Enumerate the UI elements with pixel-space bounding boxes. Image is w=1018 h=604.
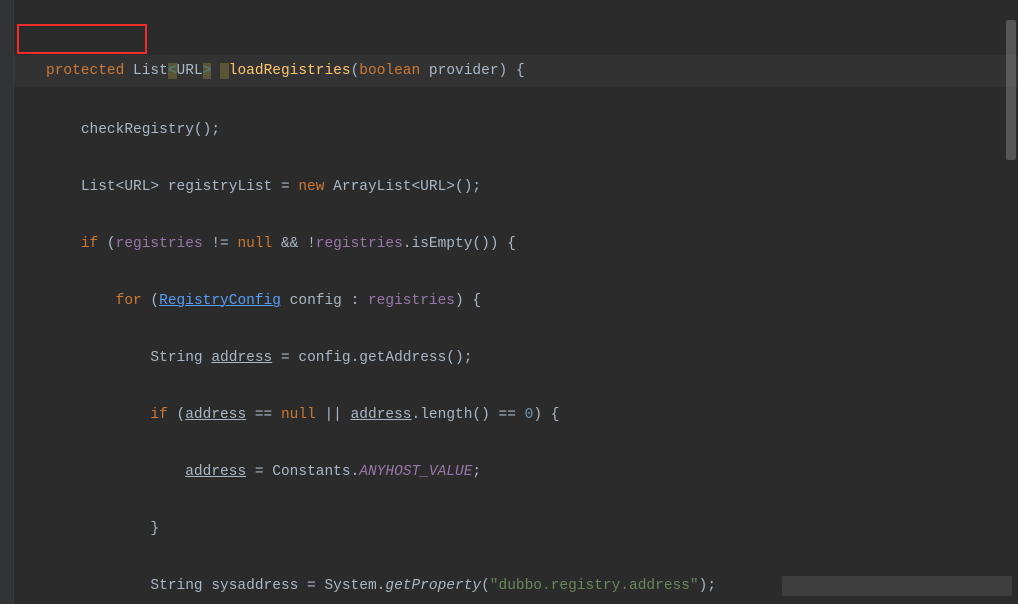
code-line[interactable]: address = Constants.ANYHOST_VALUE;	[14, 458, 1018, 487]
var-address: address	[351, 407, 412, 423]
indent	[46, 464, 185, 480]
code-line[interactable]: String address = config.getAddress();	[14, 344, 1018, 373]
field-registries: registries	[316, 236, 403, 252]
decl: String	[150, 350, 211, 366]
watermark-overlay	[782, 576, 1012, 596]
punct: .isEmpty()) {	[403, 236, 516, 252]
indent	[46, 350, 150, 366]
keyword-for: for	[116, 293, 142, 309]
punct: ==	[246, 407, 281, 423]
type-url: URL	[177, 63, 203, 79]
punct: (	[98, 236, 115, 252]
string-literal: "dubbo.registry.address"	[490, 578, 699, 594]
field-registries: registries	[116, 236, 203, 252]
punct: .length() ==	[412, 407, 525, 423]
keyword-if: if	[81, 236, 98, 252]
indent	[46, 122, 81, 138]
static-call-getproperty: getProperty	[385, 578, 481, 594]
vertical-scrollbar[interactable]	[1006, 0, 1016, 604]
var-address: address	[185, 464, 246, 480]
space	[124, 63, 133, 79]
punct: config :	[281, 293, 368, 309]
punct: ;	[472, 464, 481, 480]
punct: (	[142, 293, 159, 309]
punct: ) {	[533, 407, 559, 423]
var-address: address	[185, 407, 246, 423]
keyword-boolean: boolean	[359, 63, 420, 79]
indent	[46, 179, 81, 195]
punct: && !	[272, 236, 316, 252]
punct: (	[481, 578, 490, 594]
type-list: List	[133, 63, 168, 79]
punct: ||	[316, 407, 351, 423]
code-editor[interactable]: protected List<URL> loadRegistries(boole…	[14, 0, 1018, 604]
brace: }	[150, 521, 159, 537]
field-registries: registries	[368, 293, 455, 309]
punct: !=	[203, 236, 238, 252]
editor-gutter	[0, 0, 14, 604]
code-line[interactable]: checkRegistry();	[14, 116, 1018, 145]
space	[211, 63, 220, 79]
param-provider: provider	[429, 63, 499, 79]
cursor-highlight	[220, 63, 229, 79]
var-address: address	[211, 350, 272, 366]
code-line[interactable]: if (registries != null && !registries.is…	[14, 230, 1018, 259]
punct: (	[168, 407, 185, 423]
punct: = Constants.	[246, 464, 359, 480]
code-line[interactable]: List<URL> registryList = new ArrayList<U…	[14, 173, 1018, 202]
code-line[interactable]: protected List<URL> loadRegistries(boole…	[14, 55, 1018, 88]
paren-open: (	[351, 63, 360, 79]
const-anyhost: ANYHOST_VALUE	[359, 464, 472, 480]
code-line[interactable]: }	[14, 515, 1018, 544]
punct: ) {	[455, 293, 481, 309]
code-line[interactable]: for (RegistryConfig config : registries)…	[14, 287, 1018, 316]
paren-close-brace: ) {	[499, 63, 525, 79]
call-checkregistry: checkRegistry();	[81, 122, 220, 138]
type-link-registryconfig[interactable]: RegistryConfig	[159, 293, 281, 309]
keyword-new: new	[298, 179, 324, 195]
keyword-null: null	[281, 407, 316, 423]
indent	[46, 236, 81, 252]
decl: String sysaddress = System.	[150, 578, 385, 594]
keyword-if: if	[150, 407, 167, 423]
indent	[46, 521, 150, 537]
generic-open: <	[168, 63, 177, 79]
keyword-protected: protected	[46, 63, 124, 79]
space	[420, 63, 429, 79]
code-line[interactable]: if (address == null || address.length() …	[14, 401, 1018, 430]
ctor: ArrayList<URL>();	[324, 179, 481, 195]
keyword-null: null	[237, 236, 272, 252]
indent	[46, 578, 150, 594]
decl: List<URL> registryList =	[81, 179, 299, 195]
indent	[46, 407, 150, 423]
scrollbar-thumb[interactable]	[1006, 20, 1016, 160]
indent	[46, 293, 116, 309]
punct: );	[699, 578, 716, 594]
punct: = config.getAddress();	[272, 350, 472, 366]
method-name: loadRegistries	[229, 63, 351, 79]
